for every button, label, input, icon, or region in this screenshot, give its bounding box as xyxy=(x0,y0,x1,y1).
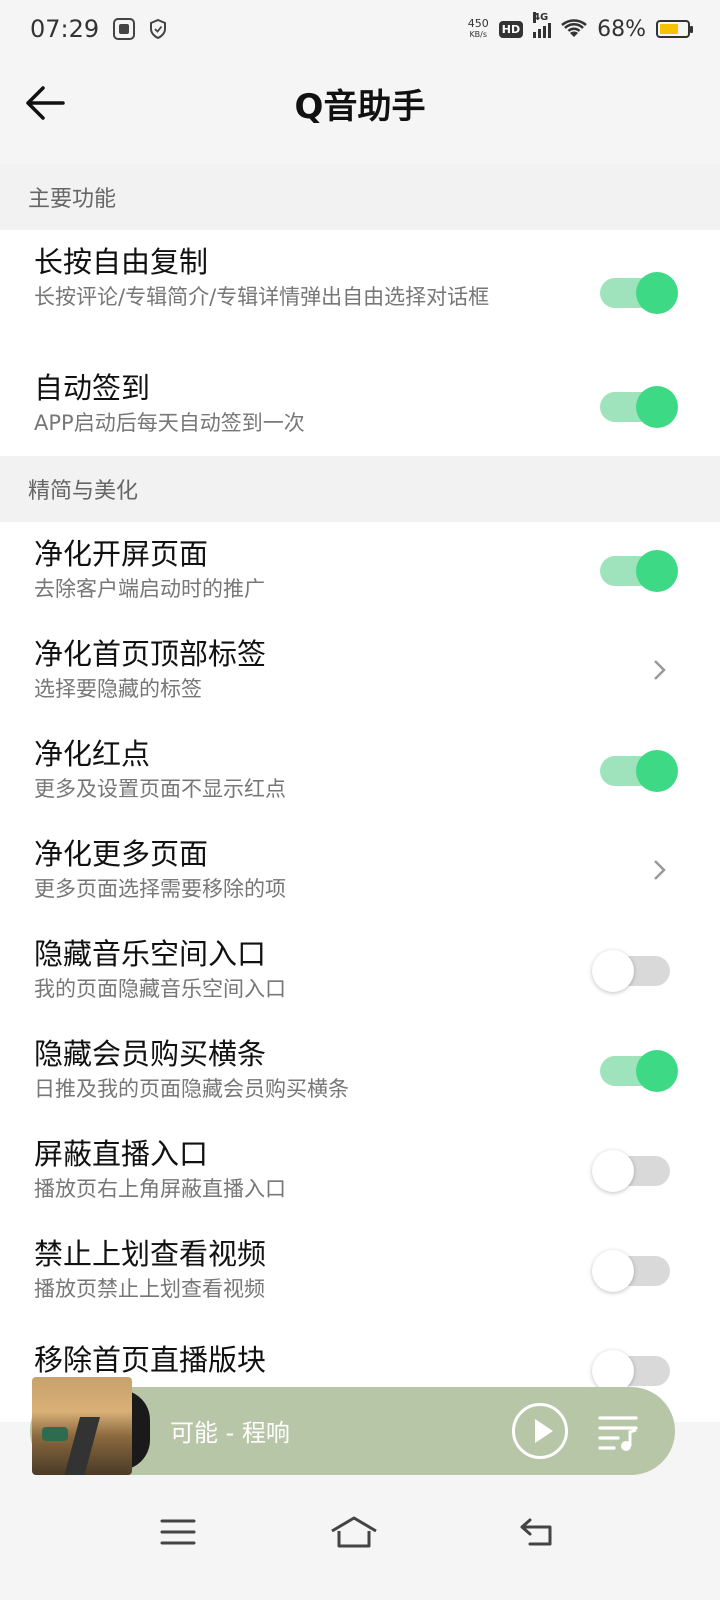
setting-item-long-press-copy[interactable]: 长按自由复制 长按评论/专辑简介/专辑详情弹出自由选择对话框 xyxy=(0,230,720,360)
hide-music-space-toggle[interactable] xyxy=(592,950,670,992)
setting-title: 净化首页顶部标签 xyxy=(34,637,267,671)
setting-description: 更多及设置页面不显示红点 xyxy=(34,777,286,801)
back-icon xyxy=(520,1518,552,1546)
setting-title: 隐藏会员购买横条 xyxy=(34,1037,267,1071)
menu-icon xyxy=(160,1519,196,1545)
status-time: 07:29 xyxy=(30,15,100,43)
setting-item-hide-vip-banner[interactable]: 隐藏会员购买横条 日推及我的页面隐藏会员购买横条 xyxy=(0,1022,720,1122)
toggle-knob xyxy=(636,272,678,314)
setting-description: 去除客户端启动时的推广 xyxy=(34,577,265,601)
chevron-right-icon xyxy=(654,860,666,880)
cellular-signal-icon: 4G xyxy=(533,12,552,38)
setting-title: 隐藏音乐空间入口 xyxy=(34,937,267,971)
app-header: Q音助手 xyxy=(0,58,720,148)
arrow-left-icon xyxy=(26,86,65,120)
hide-vip-banner-toggle[interactable] xyxy=(600,1050,678,1092)
block-live-entry-toggle[interactable] xyxy=(592,1150,670,1192)
setting-description: 更多页面选择需要移除的项 xyxy=(34,877,286,901)
wifi-icon xyxy=(561,19,587,37)
album-art-car xyxy=(42,1427,68,1441)
toggle-knob xyxy=(592,950,634,992)
play-button[interactable] xyxy=(512,1403,568,1459)
toggle-knob xyxy=(592,1350,634,1392)
back-button[interactable] xyxy=(22,80,68,126)
toggle-knob xyxy=(636,1050,678,1092)
setting-item-clean-splash[interactable]: 净化开屏页面 去除客户端启动时的推广 xyxy=(0,522,720,622)
home-icon xyxy=(331,1516,377,1548)
toggle-knob xyxy=(592,1150,634,1192)
battery-percent: 68% xyxy=(597,16,646,42)
setting-item-hide-music-space[interactable]: 隐藏音乐空间入口 我的页面隐藏音乐空间入口 xyxy=(0,922,720,1022)
setting-item-clean-red-dot[interactable]: 净化红点 更多及设置页面不显示红点 xyxy=(0,722,720,822)
page-title: Q音助手 xyxy=(294,86,426,127)
clean-red-dot-toggle[interactable] xyxy=(600,750,678,792)
setting-title: 净化红点 xyxy=(34,737,151,771)
nav-home-button[interactable] xyxy=(324,1512,384,1552)
chevron-right-icon xyxy=(654,660,666,680)
setting-description: 日推及我的页面隐藏会员购买横条 xyxy=(34,1077,349,1101)
section-header-main: 主要功能 xyxy=(0,164,720,230)
setting-description: 选择要隐藏的标签 xyxy=(34,677,202,701)
setting-title: 自动签到 xyxy=(34,371,151,405)
setting-title: 禁止上划查看视频 xyxy=(34,1237,267,1271)
playlist-icon[interactable] xyxy=(596,1410,640,1454)
app-notification-icon xyxy=(113,18,136,40)
setting-title: 净化开屏页面 xyxy=(34,537,209,571)
album-art-road xyxy=(63,1417,101,1475)
toggle-knob xyxy=(636,550,678,592)
toggle-knob xyxy=(636,386,678,428)
setting-title: 移除首页直播版块 xyxy=(34,1343,267,1377)
setting-description: 播放页右上角屏蔽直播入口 xyxy=(34,1177,286,1201)
nav-menu-button[interactable] xyxy=(148,1512,208,1552)
shield-icon xyxy=(150,19,167,39)
disable-swipe-video-toggle[interactable] xyxy=(592,1250,670,1292)
toggle-knob xyxy=(592,1250,634,1292)
album-cover[interactable] xyxy=(32,1377,132,1475)
setting-description: 播放页禁止上划查看视频 xyxy=(34,1277,265,1301)
setting-item-clean-home-tabs[interactable]: 净化首页顶部标签 选择要隐藏的标签 xyxy=(0,622,720,722)
setting-description: APP启动后每天自动签到一次 xyxy=(34,411,305,435)
setting-item-disable-swipe-video[interactable]: 禁止上划查看视频 播放页禁止上划查看视频 xyxy=(0,1222,720,1322)
battery-level-fill xyxy=(660,24,678,34)
battery-icon xyxy=(656,20,693,38)
system-nav-bar xyxy=(0,1490,720,1600)
network-speed: 450 KB/s xyxy=(467,17,489,39)
setting-title: 净化更多页面 xyxy=(34,837,209,871)
status-bar: 07:29 450 KB/s HD 4G 68% xyxy=(0,0,720,58)
setting-title: 屏蔽直播入口 xyxy=(34,1137,209,1171)
section-main-group: 长按自由复制 长按评论/专辑简介/专辑详情弹出自由选择对话框 自动签到 APP启… xyxy=(0,230,720,456)
section-simplify-group: 净化开屏页面 去除客户端启动时的推广 净化首页顶部标签 选择要隐藏的标签 净化红… xyxy=(0,522,720,1422)
setting-description: 我的页面隐藏音乐空间入口 xyxy=(34,977,286,1001)
setting-item-block-live-entry[interactable]: 屏蔽直播入口 播放页右上角屏蔽直播入口 xyxy=(0,1122,720,1222)
auto-checkin-toggle[interactable] xyxy=(600,386,678,428)
nav-back-button[interactable] xyxy=(508,1512,568,1552)
remove-home-live-toggle[interactable] xyxy=(592,1350,670,1392)
section-header-simplify: 精简与美化 xyxy=(0,456,720,522)
toggle-knob xyxy=(636,750,678,792)
hd-badge: HD xyxy=(498,20,524,38)
setting-item-auto-checkin[interactable]: 自动签到 APP启动后每天自动签到一次 xyxy=(0,360,720,456)
now-playing-title[interactable]: 可能 - 程响 xyxy=(170,1413,290,1448)
clean-splash-toggle[interactable] xyxy=(600,550,678,592)
setting-description: 长按评论/专辑简介/专辑详情弹出自由选择对话框 xyxy=(34,285,490,309)
setting-item-clean-more-page[interactable]: 净化更多页面 更多页面选择需要移除的项 xyxy=(0,822,720,922)
setting-title: 长按自由复制 xyxy=(34,245,209,279)
long-press-copy-toggle[interactable] xyxy=(600,272,678,314)
